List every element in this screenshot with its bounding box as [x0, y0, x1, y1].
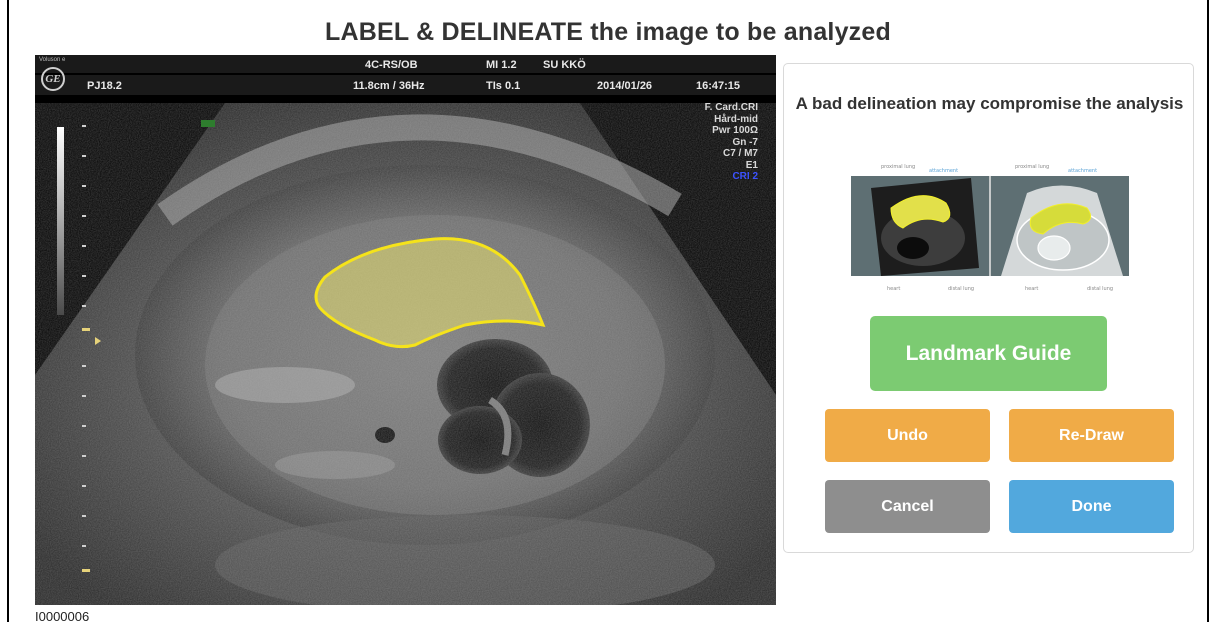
done-button[interactable]: Done: [1009, 480, 1174, 533]
guide-label: heart: [887, 286, 900, 292]
setting-line: C7 / M7: [722, 148, 758, 159]
setting-line: Pwr 100Ω: [712, 125, 758, 136]
depth-tick: [82, 245, 86, 247]
depth-tick: [82, 485, 86, 487]
mode-label: 4C-RS/OB: [365, 59, 418, 71]
depth-tick: [82, 155, 86, 157]
depth-tick: [82, 215, 86, 217]
warning-text: A bad delineation may compromise the ana…: [795, 94, 1184, 113]
depth-marker: [82, 569, 90, 572]
depth-tick: [82, 425, 86, 427]
depth-marker: [82, 328, 90, 331]
time-label: 16:47:15: [696, 80, 741, 92]
guide-label: distal lung: [948, 286, 974, 292]
depth-tick: [82, 365, 86, 367]
depth-tick: [82, 305, 86, 307]
tis-label: TIs 0.1: [486, 80, 521, 92]
mi-label: MI 1.2: [486, 59, 517, 71]
brand-label: Voluson e: [39, 57, 66, 63]
guide-label: proximal lung: [881, 164, 915, 170]
guide-label: attachment: [1068, 168, 1097, 174]
depth-tick: [82, 455, 86, 457]
cancel-button[interactable]: Cancel: [825, 480, 990, 533]
guide-label: distal lung: [1087, 286, 1113, 292]
guide-label: heart: [1025, 286, 1038, 292]
guide-label: attachment: [929, 168, 958, 174]
page-title: LABEL & DELINEATE the image to be analyz…: [325, 18, 891, 46]
setting-line: Hård-mid: [714, 113, 758, 125]
depth-tick: [82, 545, 86, 547]
ultrasound-image[interactable]: Voluson e GE PJ18.2 4C-RS/OB MI 1.2 SU K…: [35, 55, 776, 605]
image-id: I0000006: [35, 609, 90, 622]
delineation-guide-image: proximal lung attachment heart distal lu…: [851, 164, 1129, 292]
focus-arrow-icon: [95, 337, 101, 345]
redraw-button[interactable]: Re-Draw: [1009, 409, 1174, 462]
instruction-panel: A bad delineation may compromise the ana…: [783, 63, 1194, 553]
undo-button[interactable]: Undo: [825, 409, 990, 462]
ge-logo: GE: [41, 67, 65, 91]
depth-tick: [82, 515, 86, 517]
setting-line: F. Card.CRI: [704, 102, 758, 113]
setting-line: Gn -7: [732, 136, 758, 148]
focus-marker: [201, 120, 215, 127]
cri-label: CRI 2: [732, 171, 758, 182]
probe-label: PJ18.2: [87, 80, 122, 92]
depth-tick: [82, 395, 86, 397]
depth-tick: [82, 125, 86, 127]
ultrasound-scan[interactable]: [35, 55, 776, 605]
settings-readout: F. Card.CRI Hård-mid Pwr 100Ω Gn -7 C7 /…: [705, 102, 758, 183]
guide-label: proximal lung: [1015, 164, 1049, 170]
operator-label: SU KKÖ: [543, 59, 586, 71]
date-label: 2014/01/26: [597, 80, 653, 92]
depth-tick: [82, 275, 86, 277]
landmark-guide-button[interactable]: Landmark Guide: [870, 316, 1107, 391]
depth-tick: [82, 185, 86, 187]
depth-freq-label: 11.8cm / 36Hz: [353, 80, 425, 92]
setting-line: E1: [745, 159, 758, 171]
grayscale-bar: [57, 127, 64, 315]
